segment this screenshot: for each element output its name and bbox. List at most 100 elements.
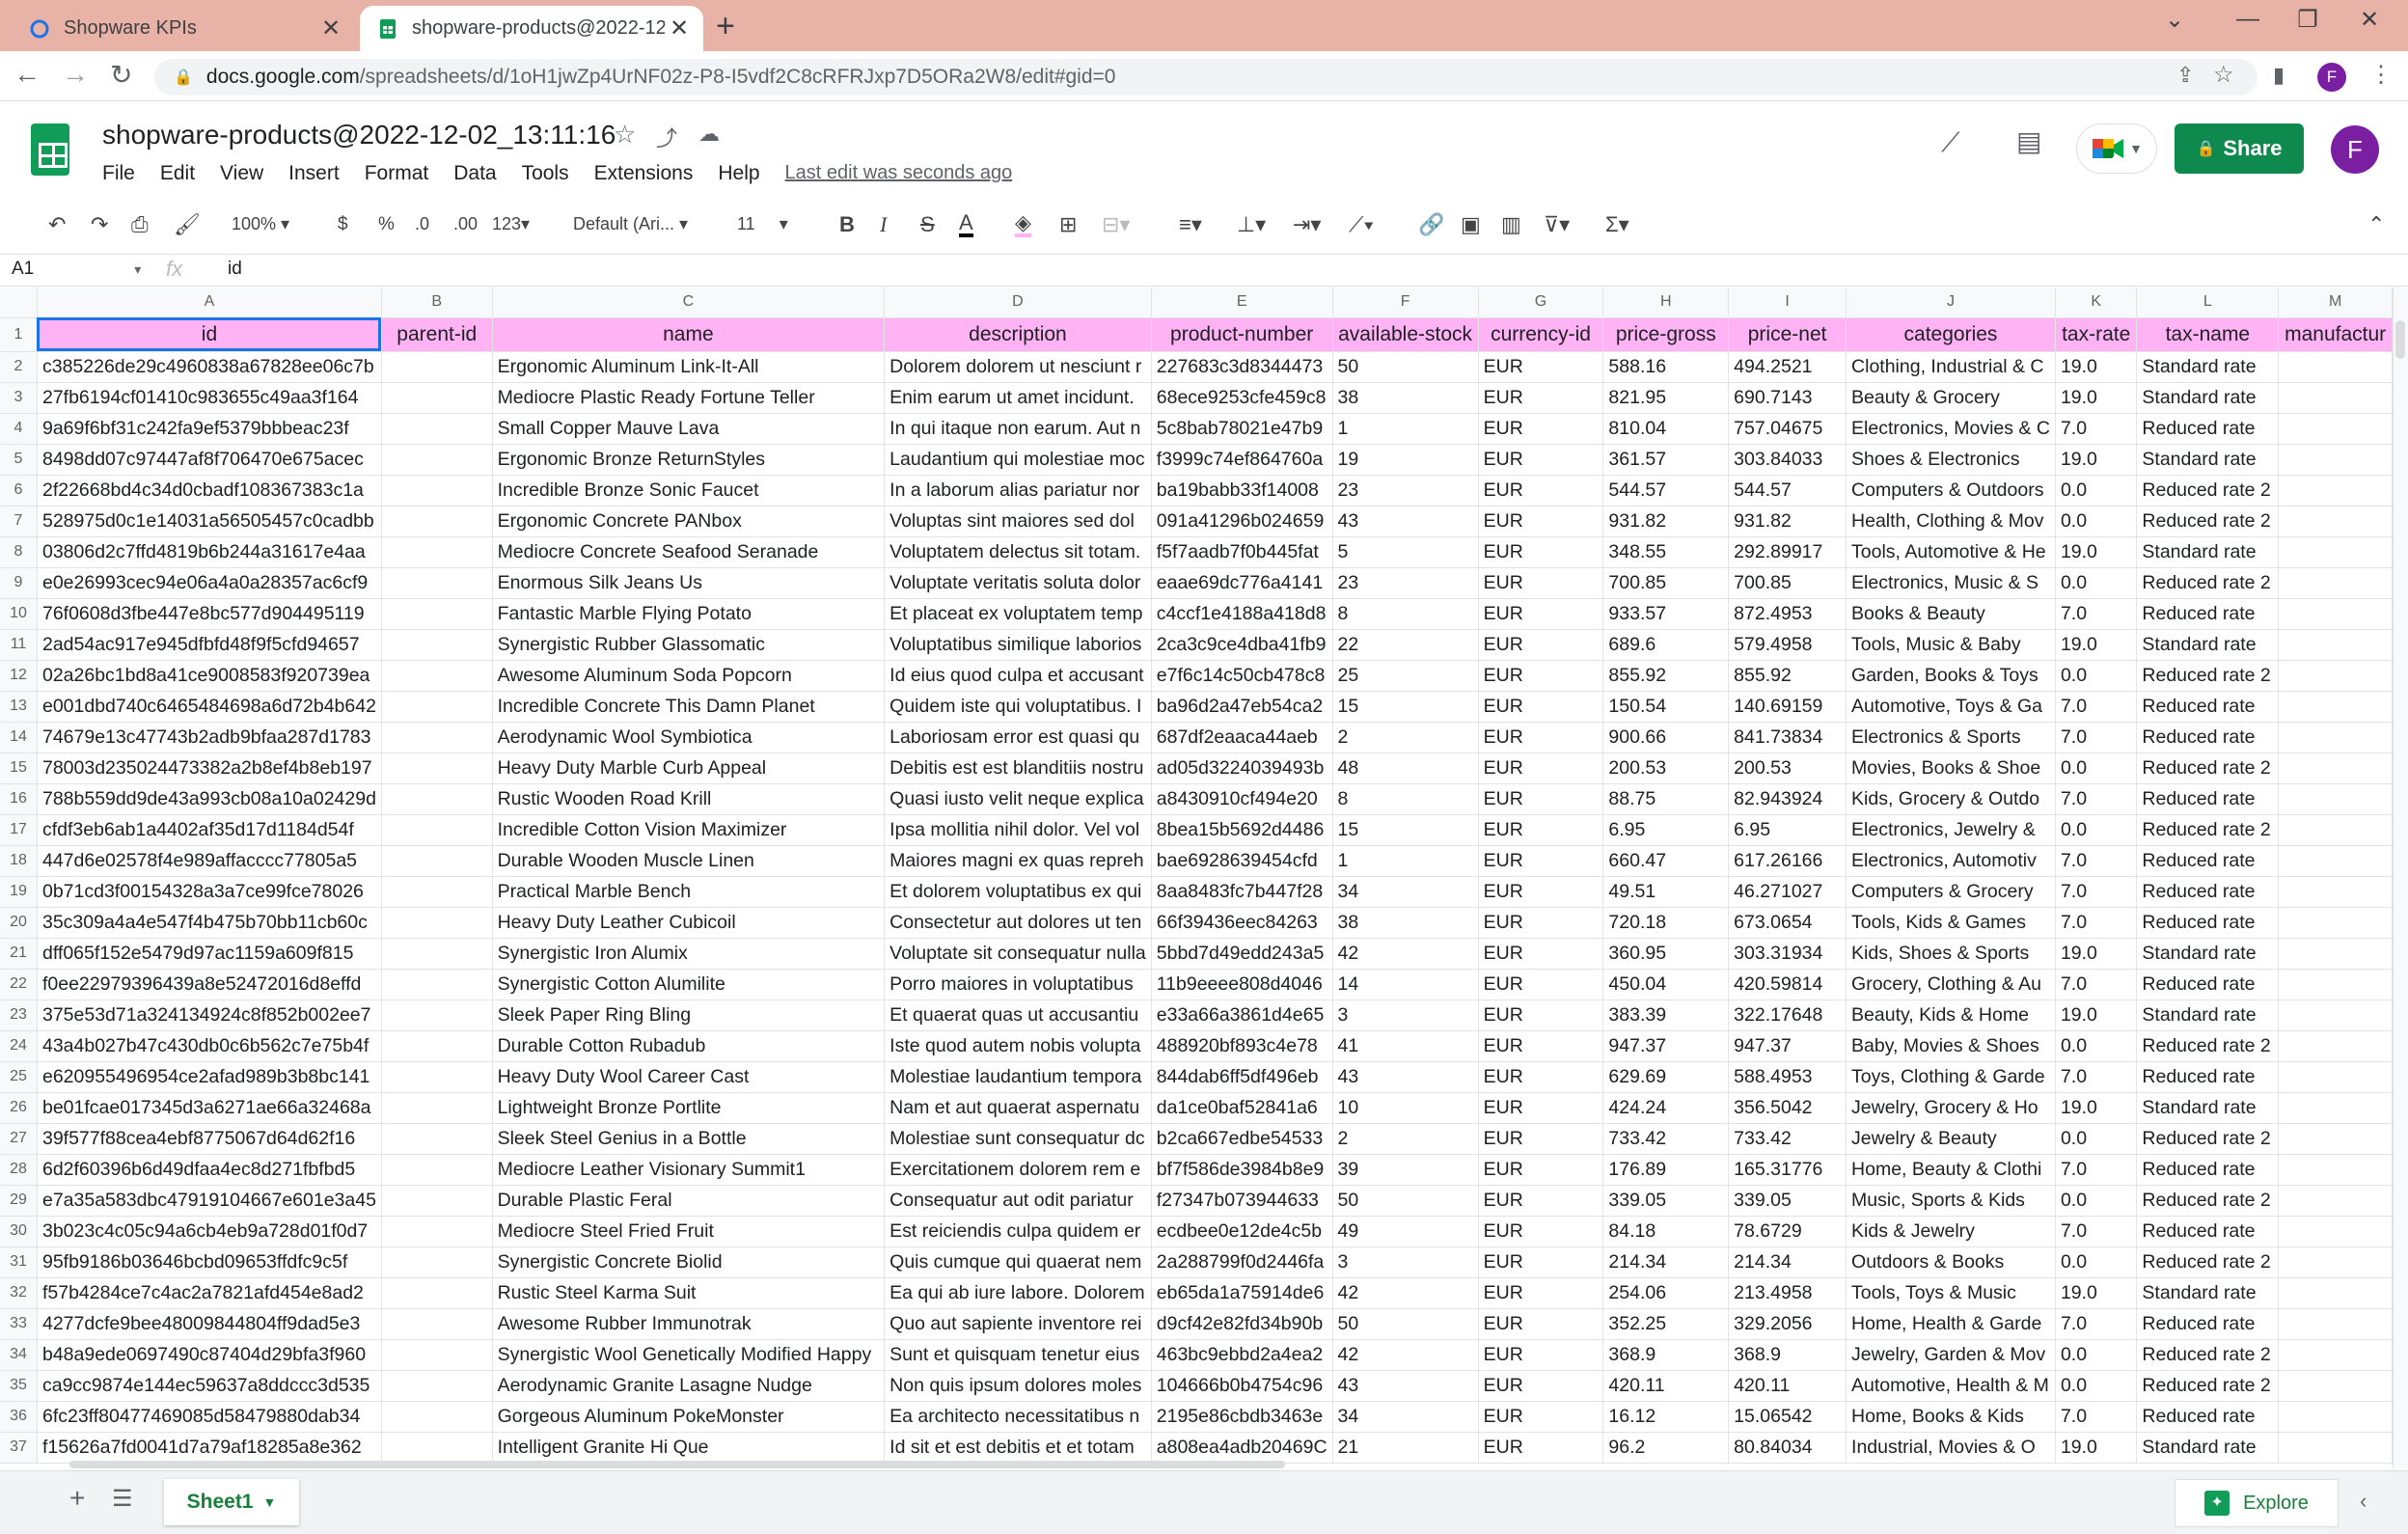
- cell[interactable]: 19.0: [2055, 1092, 2138, 1124]
- cell[interactable]: 0b71cd3f00154328a3a7ce99fce78026: [37, 876, 382, 908]
- column-header-d[interactable]: D: [884, 288, 1152, 318]
- cell[interactable]: 6fc23ff80477469085d58479880dab34: [37, 1401, 382, 1433]
- cell[interactable]: 74679e13c47743b2adb9bfaa287d1783: [37, 722, 382, 753]
- cell[interactable]: Reduced rate: [2136, 876, 2280, 908]
- cell[interactable]: Enim earum ut amet incidunt.: [884, 382, 1152, 414]
- cell[interactable]: Durable Cotton Rubadub: [492, 1030, 886, 1062]
- side-panel-toggle-icon[interactable]: ‹: [2360, 1489, 2367, 1514]
- cell[interactable]: Garden, Books & Toys: [1846, 660, 2056, 692]
- cell[interactable]: Heavy Duty Wool Career Cast: [492, 1061, 886, 1093]
- cell[interactable]: 7.0: [2055, 1154, 2138, 1186]
- cell[interactable]: EUR: [1478, 475, 1604, 507]
- cell[interactable]: [2278, 1308, 2393, 1340]
- cell[interactable]: EUR: [1478, 567, 1604, 599]
- row-header[interactable]: 22: [0, 969, 38, 1000]
- cell[interactable]: 200.53: [1728, 753, 1847, 784]
- cell[interactable]: Sleek Paper Ring Bling: [492, 1000, 886, 1031]
- cell[interactable]: Home, Beauty & Clothi: [1846, 1154, 2056, 1186]
- cell[interactable]: 16.12: [1602, 1401, 1730, 1433]
- column-header-g[interactable]: G: [1478, 288, 1604, 318]
- cell[interactable]: [381, 1216, 493, 1247]
- cell[interactable]: cfdf3eb6ab1a4402af35d17d1184d54f: [37, 814, 382, 846]
- cell[interactable]: Clothing, Industrial & C: [1846, 351, 2056, 383]
- cell[interactable]: Reduced rate 2: [2136, 1123, 2280, 1155]
- row-header[interactable]: 24: [0, 1030, 38, 1062]
- cell[interactable]: Reduced rate: [2136, 1401, 2280, 1433]
- cell[interactable]: [2278, 1154, 2393, 1186]
- cell[interactable]: Fantastic Marble Flying Potato: [492, 598, 886, 630]
- cell[interactable]: 15: [1332, 691, 1479, 723]
- cell[interactable]: Et dolorem voluptatibus ex qui: [884, 876, 1152, 908]
- browser-tab-spreadsheet[interactable]: shopware-products@2022-12-02 ✕: [360, 6, 703, 51]
- cell[interactable]: 38: [1332, 907, 1479, 939]
- cell[interactable]: [2278, 475, 2393, 507]
- cell[interactable]: 7.0: [2055, 1308, 2138, 1340]
- cell[interactable]: EUR: [1478, 1061, 1604, 1093]
- cell[interactable]: 02a26bc1bd8a41ce9008583f920739ea: [37, 660, 382, 692]
- cell[interactable]: Electronics, Automotiv: [1846, 845, 2056, 877]
- cell[interactable]: 19.0: [2055, 1432, 2138, 1464]
- cell[interactable]: 494.2521: [1728, 351, 1847, 383]
- cell[interactable]: e33a66a3861d4e65: [1151, 1000, 1333, 1031]
- cell[interactable]: [381, 475, 493, 507]
- cell[interactable]: Tools, Music & Baby: [1846, 629, 2056, 661]
- cell[interactable]: 19.0: [2055, 444, 2138, 476]
- cell[interactable]: 7.0: [2055, 783, 2138, 815]
- cell[interactable]: [381, 382, 493, 414]
- merge-cells-icon[interactable]: ⊟▾: [1102, 212, 1130, 237]
- cell[interactable]: 2: [1332, 1123, 1479, 1155]
- cell[interactable]: 95fb9186b03646bcbd09653ffdfc9c5f: [37, 1246, 382, 1278]
- horizontal-align-icon[interactable]: ≡▾: [1179, 212, 1202, 237]
- cell[interactable]: 48: [1332, 753, 1479, 784]
- column-header-k[interactable]: K: [2055, 288, 2138, 318]
- column-header-j[interactable]: J: [1846, 288, 2056, 318]
- vertical-scroll-thumb[interactable]: [2395, 320, 2405, 359]
- font-size-select[interactable]: 11 ▾: [737, 214, 814, 234]
- cell[interactable]: 2ca3c9ce4dba41fb9: [1151, 629, 1333, 661]
- cell[interactable]: [2278, 506, 2393, 537]
- cell[interactable]: Reduced rate 2: [2136, 753, 2280, 784]
- name-box[interactable]: A1 ▾: [12, 259, 141, 280]
- more-formats-button[interactable]: 123▾: [492, 214, 530, 234]
- cell[interactable]: Reduced rate: [2136, 907, 2280, 939]
- cell[interactable]: 7.0: [2055, 691, 2138, 723]
- cell[interactable]: EUR: [1478, 1370, 1604, 1402]
- menu-edit[interactable]: Edit: [160, 162, 195, 185]
- cell[interactable]: [2278, 783, 2393, 815]
- cell[interactable]: Quasi iusto velit neque explica: [884, 783, 1152, 815]
- document-title[interactable]: shopware-products@2022-12-02_13:11:16: [102, 120, 616, 151]
- cell[interactable]: f27347b073944633: [1151, 1185, 1333, 1217]
- insert-chart-icon[interactable]: ▥: [1501, 212, 1521, 237]
- cell[interactable]: 841.73834: [1728, 722, 1847, 753]
- cell[interactable]: Electronics & Sports: [1846, 722, 2056, 753]
- cell[interactable]: 7.0: [2055, 876, 2138, 908]
- cell[interactable]: 23: [1332, 475, 1479, 507]
- cell[interactable]: 43a4b027b47c430db0c6b562c7e75b4f: [37, 1030, 382, 1062]
- cell[interactable]: da1ce0baf52841a6: [1151, 1092, 1333, 1124]
- row-header[interactable]: 14: [0, 722, 38, 753]
- cell[interactable]: Home, Health & Garde: [1846, 1308, 2056, 1340]
- cell[interactable]: EUR: [1478, 1339, 1604, 1371]
- row-header[interactable]: 16: [0, 783, 38, 815]
- header-cell[interactable]: name: [492, 317, 886, 352]
- cell[interactable]: Mediocre Plastic Ready Fortune Teller: [492, 382, 886, 414]
- cell[interactable]: [381, 351, 493, 383]
- row-header[interactable]: 36: [0, 1401, 38, 1433]
- share-page-icon[interactable]: ⇪: [2176, 63, 2194, 88]
- cell[interactable]: Gorgeous Aluminum PokeMonster: [492, 1401, 886, 1433]
- cell[interactable]: Voluptate veritatis soluta dolor: [884, 567, 1152, 599]
- cell[interactable]: Maiores magni ex quas repreh: [884, 845, 1152, 877]
- cell[interactable]: [2278, 1061, 2393, 1093]
- cell[interactable]: 165.31776: [1728, 1154, 1847, 1186]
- cell[interactable]: [2278, 907, 2393, 939]
- row-header[interactable]: 2: [0, 351, 38, 383]
- cell[interactable]: 528975d0c1e14031a56505457c0cadbb: [37, 506, 382, 537]
- cell[interactable]: 19.0: [2055, 1277, 2138, 1309]
- cell[interactable]: ba19babb33f14008: [1151, 475, 1333, 507]
- row-header[interactable]: 5: [0, 444, 38, 476]
- share-button[interactable]: 🔒 Share: [2175, 123, 2304, 174]
- row-header[interactable]: 4: [0, 413, 38, 445]
- decrease-decimal-button[interactable]: .0: [415, 214, 429, 234]
- cell[interactable]: 3: [1332, 1000, 1479, 1031]
- cell[interactable]: EUR: [1478, 598, 1604, 630]
